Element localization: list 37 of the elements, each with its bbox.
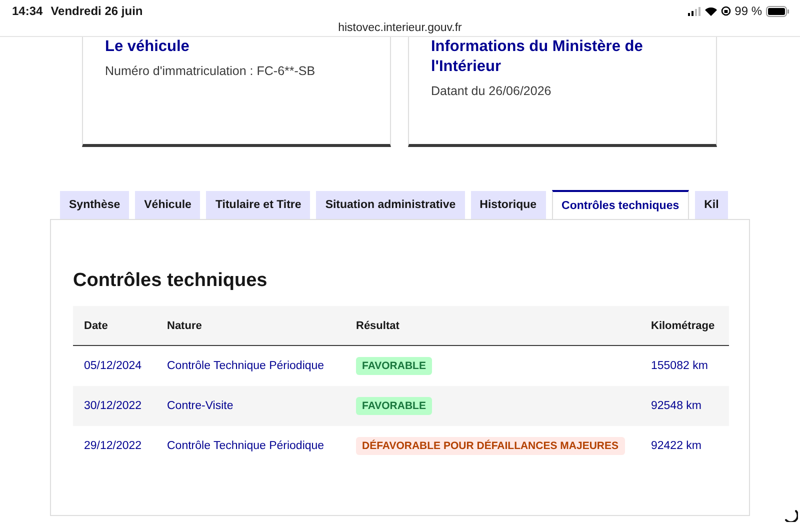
mileage-cell-text: 155082 km <box>651 360 709 372</box>
result-badge: DÉFAVORABLE POUR DÉFAILLANCES MAJEURES <box>356 437 624 455</box>
column-header: Nature <box>167 320 203 332</box>
mileage-cell-text: 92422 km <box>651 440 703 452</box>
date-text: Vendredi 26 juin <box>50 4 143 18</box>
battery-icon <box>766 6 790 16</box>
wifi-icon <box>704 6 717 16</box>
mileage-cell-text: 92548 km <box>651 400 703 412</box>
tab[interactable]: Synthèse <box>60 191 130 219</box>
section-title: Contrôles techniques <box>73 270 268 292</box>
clock-time: 14:34 <box>12 4 43 18</box>
tab[interactable]: Historique <box>470 191 546 219</box>
signal-icon <box>688 6 701 16</box>
card-text: Datant du 26/06/2026 <box>431 84 552 98</box>
card-text: Numéro d'immatriculation : FC-6**-SB <box>105 64 316 78</box>
date-cell-text: 05/12/2024 <box>84 360 143 372</box>
date-cell-text: 30/12/2022 <box>84 400 143 412</box>
column-header: Résultat <box>356 320 400 332</box>
nature-cell-text: Contre-Visite <box>167 400 234 412</box>
result-badge: FAVORABLE <box>356 397 432 415</box>
tab[interactable]: Titulaire et Titre <box>206 191 310 219</box>
nature-cell-text: Contrôle Technique Périodique <box>167 440 326 452</box>
column-header: Kilométrage <box>651 320 716 332</box>
battery-percentage: 99 % <box>734 4 762 18</box>
url-text[interactable]: histovec.interieur.gouv.fr <box>0 22 800 34</box>
card-title[interactable]: Le véhicule <box>105 37 345 57</box>
tab[interactable]: Situation administrative <box>316 191 465 219</box>
nature-cell-text: Contrôle Technique Périodique <box>167 360 326 372</box>
card-title[interactable]: Informations du Ministère de l'Intérieur <box>431 37 671 77</box>
date-cell-text: 29/12/2022 <box>84 440 143 452</box>
tab[interactable]: Kil <box>695 191 728 219</box>
result-badge: FAVORABLE <box>356 357 432 375</box>
loading-spinner-icon <box>784 508 798 522</box>
column-header: Date <box>84 320 109 332</box>
tab[interactable]: Contrôles techniques <box>552 190 690 219</box>
tab[interactable]: Véhicule <box>135 191 200 219</box>
rotation-lock-icon <box>720 6 731 16</box>
